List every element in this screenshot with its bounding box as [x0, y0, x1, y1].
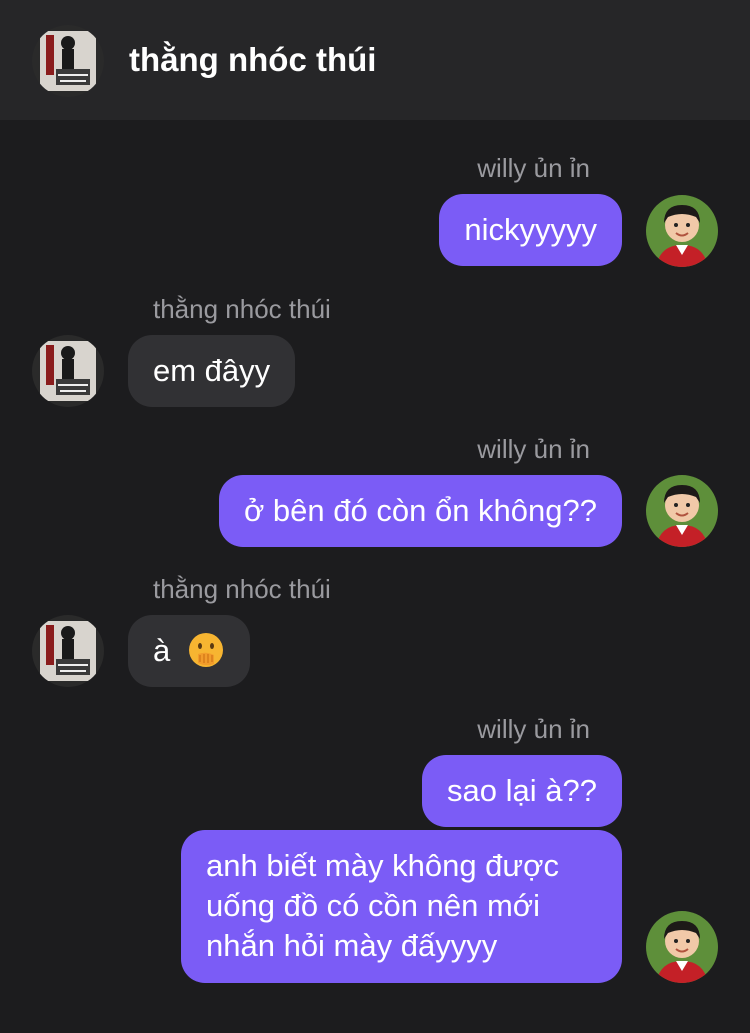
- sender-name: willy ủn ỉn: [477, 714, 590, 744]
- sender-name: thằng nhóc thúi: [153, 294, 331, 324]
- user-avatar[interactable]: [646, 475, 718, 547]
- message-bubble-outgoing[interactable]: sao lại à??: [422, 755, 622, 827]
- contact-avatar[interactable]: [32, 335, 104, 407]
- user-avatar[interactable]: [646, 195, 718, 267]
- message-list[interactable]: willy ủn ỉn nickyyyyy thằng nhóc thúi em…: [0, 120, 750, 1033]
- sender-name: willy ủn ỉn: [477, 153, 590, 183]
- message-text: à: [153, 633, 171, 668]
- message-bubble-outgoing[interactable]: anh biết mày không được uống đồ có cồn n…: [181, 830, 622, 983]
- face-with-hand-over-mouth-icon: [188, 633, 223, 667]
- message-bubble-incoming[interactable]: à: [128, 615, 250, 687]
- sender-name: thằng nhóc thúi: [153, 574, 331, 604]
- chat-header: thằng nhóc thúi: [0, 0, 750, 120]
- user-avatar[interactable]: [646, 911, 718, 983]
- contact-avatar[interactable]: [32, 615, 104, 687]
- contact-avatar[interactable]: [32, 25, 104, 97]
- message-bubble-outgoing[interactable]: nickyyyyy: [439, 194, 622, 266]
- chat-title: thằng nhóc thúi: [129, 41, 377, 78]
- sender-name: willy ủn ỉn: [477, 434, 590, 464]
- message-bubble-outgoing[interactable]: ở bên đó còn ổn không??: [218, 475, 622, 547]
- message-bubble-incoming[interactable]: em đâyy: [128, 335, 296, 407]
